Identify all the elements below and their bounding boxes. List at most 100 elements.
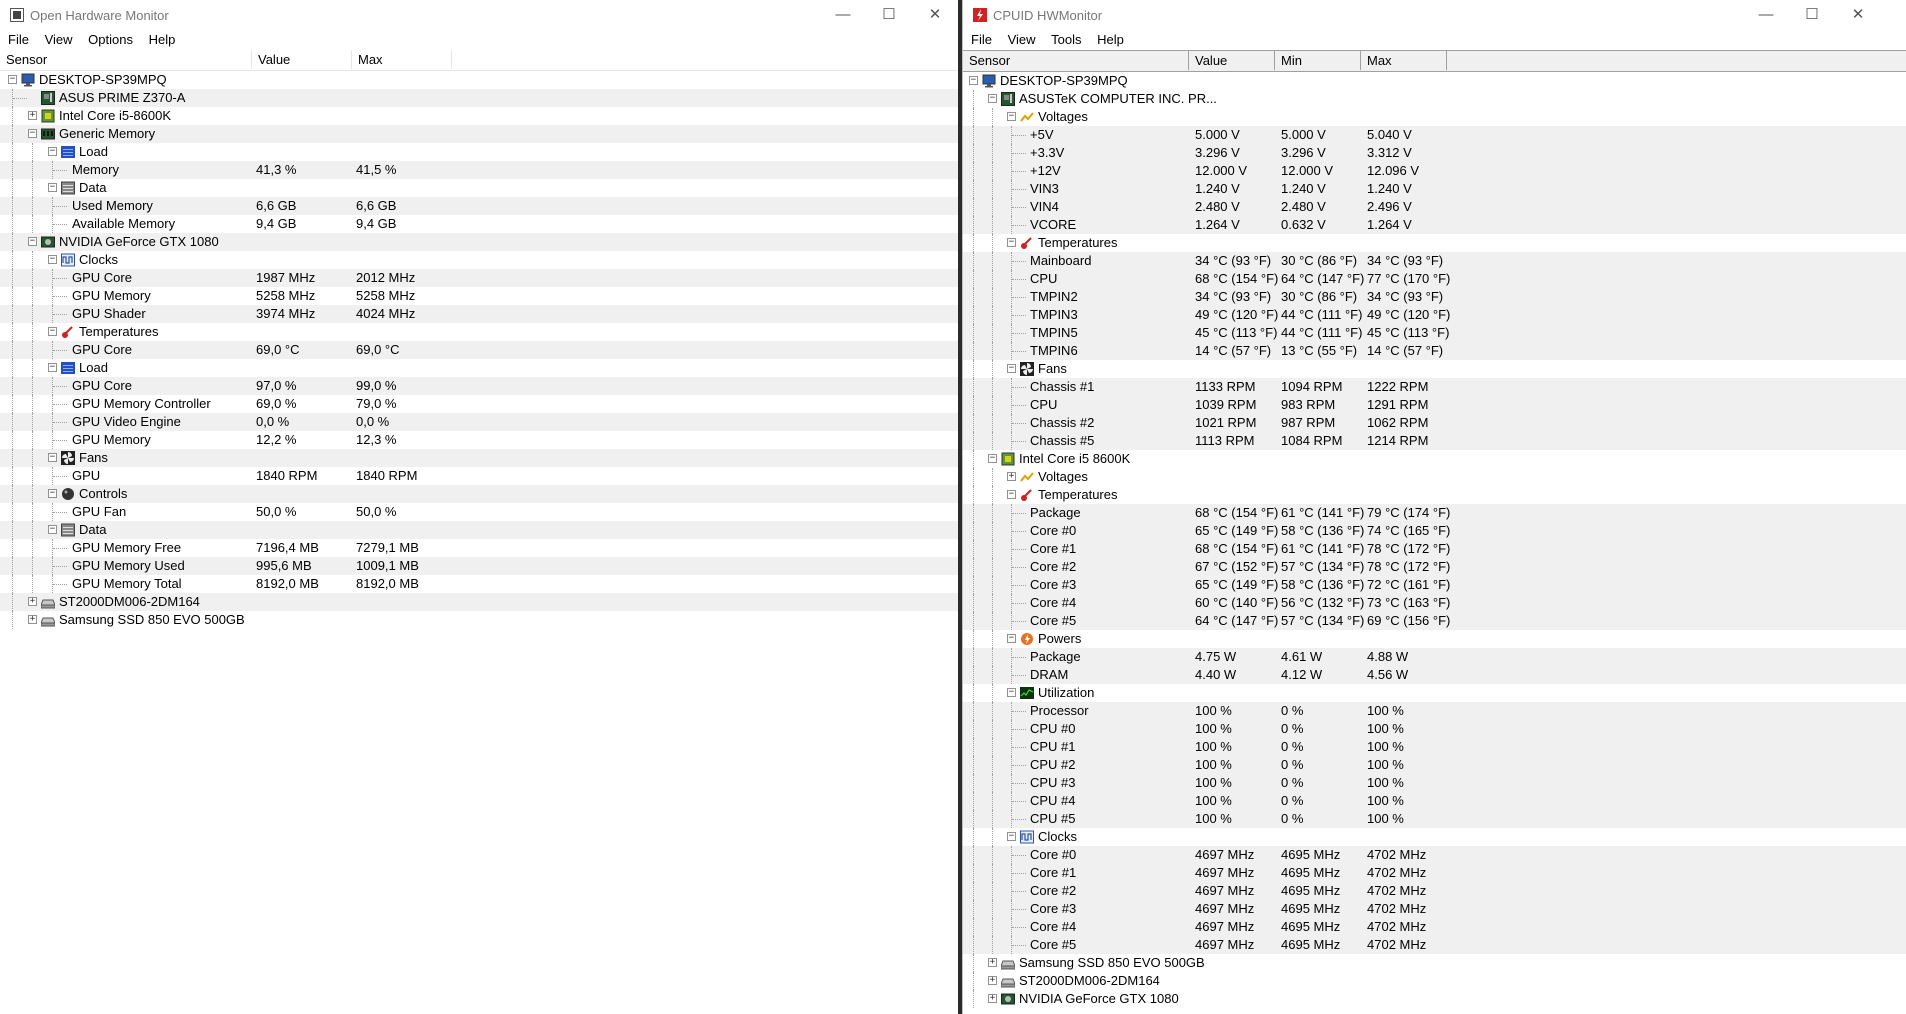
collapse-toggle-icon[interactable]: − (48, 489, 57, 498)
collapse-toggle-icon[interactable]: − (1007, 364, 1016, 373)
hwm-tree-row[interactable]: CPU #3 100 % 0 % 100 % (963, 774, 1906, 792)
ohm-tree-row[interactable]: + Samsung SSD 850 EVO 500GB (0, 611, 958, 629)
ohm-tree-row[interactable]: GPU Core 1987 MHz 2012 MHz (0, 269, 958, 287)
ohm-tree-row[interactable]: GPU Memory Used 995,6 MB 1009,1 MB (0, 557, 958, 575)
collapse-toggle-icon[interactable]: − (48, 453, 57, 462)
hwm-tree-row[interactable]: − Utilization (963, 684, 1906, 702)
hwm-tree-row[interactable]: Chassis #2 1021 RPM 987 RPM 1062 RPM (963, 414, 1906, 432)
ohm-tree-row[interactable]: GPU Core 69,0 °C 69,0 °C (0, 341, 958, 359)
hwm-menu-file[interactable]: File (967, 30, 1000, 47)
hwm-tree-row[interactable]: Core #1 68 °C (154 °F) 61 °C (141 °F) 78 °C… (963, 540, 1906, 558)
expand-toggle-icon[interactable]: + (28, 615, 37, 624)
hwm-menu-help[interactable]: Help (1093, 30, 1132, 47)
ohm-tree-row[interactable]: GPU Memory 12,2 % 12,3 % (0, 431, 958, 449)
hwm-tree-row[interactable]: Core #5 4697 MHz 4695 MHz 4702 MHz (963, 936, 1906, 954)
hwm-tree-row[interactable]: Core #2 4697 MHz 4695 MHz 4702 MHz (963, 882, 1906, 900)
hwm-tree-row[interactable]: Processor 100 % 0 % 100 % (963, 702, 1906, 720)
hwm-tree-row[interactable]: Core #4 60 °C (140 °F) 56 °C (132 °F) 73 °C… (963, 594, 1906, 612)
collapse-toggle-icon[interactable]: − (969, 76, 978, 85)
ohm-tree-row[interactable]: GPU Memory 5258 MHz 5258 MHz (0, 287, 958, 305)
hwm-tree-row[interactable]: CPU 1039 RPM 983 RPM 1291 RPM (963, 396, 1906, 414)
ohm-minimize-button[interactable]: — (820, 0, 866, 30)
hwm-tree-row[interactable]: VIN3 1.240 V 1.240 V 1.240 V (963, 180, 1906, 198)
hwm-tree-row[interactable]: VIN4 2.480 V 2.480 V 2.496 V (963, 198, 1906, 216)
hwm-tree-row[interactable]: − DESKTOP-SP39MPQ (963, 72, 1906, 90)
hwm-tree-row[interactable]: +3.3V 3.296 V 3.296 V 3.312 V (963, 144, 1906, 162)
hwm-tree-row[interactable]: + NVIDIA GeForce GTX 1080 (963, 990, 1906, 1008)
hwm-tree-row[interactable]: TMPIN3 49 °C (120 °F) 44 °C (111 °F) 49 °C … (963, 306, 1906, 324)
hwm-tree-row[interactable]: CPU #5 100 % 0 % 100 % (963, 810, 1906, 828)
hwm-tree-row[interactable]: TMPIN2 34 °C (93 °F) 30 °C (86 °F) 34 °C (9… (963, 288, 1906, 306)
hwm-tree-row[interactable]: − Fans (963, 360, 1906, 378)
ohm-tree-row[interactable]: GPU Core 97,0 % 99,0 % (0, 377, 958, 395)
ohm-menu-view[interactable]: View (41, 30, 81, 47)
collapse-toggle-icon[interactable]: − (48, 363, 57, 372)
hwm-maximize-button[interactable]: ☐ (1789, 0, 1835, 30)
ohm-tree-row[interactable]: Available Memory 9,4 GB 9,4 GB (0, 215, 958, 233)
ohm-tree-row[interactable]: Used Memory 6,6 GB 6,6 GB (0, 197, 958, 215)
hwm-tree-row[interactable]: − Temperatures (963, 486, 1906, 504)
hwm-col-sensor[interactable]: Sensor (963, 51, 1189, 70)
expand-toggle-icon[interactable]: + (988, 994, 997, 1003)
ohm-tree-row[interactable]: GPU Memory Free 7196,4 MB 7279,1 MB (0, 539, 958, 557)
collapse-toggle-icon[interactable]: − (48, 525, 57, 534)
hwm-tree-row[interactable]: Core #2 67 °C (152 °F) 57 °C (134 °F) 78 °C… (963, 558, 1906, 576)
hwm-tree-row[interactable]: TMPIN5 45 °C (113 °F) 44 °C (111 °F) 45 °C … (963, 324, 1906, 342)
hwm-tree-row[interactable]: + Voltages (963, 468, 1906, 486)
ohm-tree-row[interactable]: − NVIDIA GeForce GTX 1080 (0, 233, 958, 251)
hwm-tree-row[interactable]: +5V 5.000 V 5.000 V 5.040 V (963, 126, 1906, 144)
hwm-tree-row[interactable]: − Clocks (963, 828, 1906, 846)
ohm-tree-row[interactable]: GPU Shader 3974 MHz 4024 MHz (0, 305, 958, 323)
hwm-tree-row[interactable]: + Samsung SSD 850 EVO 500GB (963, 954, 1906, 972)
ohm-menu-help[interactable]: Help (145, 30, 184, 47)
collapse-toggle-icon[interactable]: − (1007, 490, 1016, 499)
ohm-tree-row[interactable]: − Controls (0, 485, 958, 503)
ohm-tree-row[interactable]: GPU Video Engine 0,0 % 0,0 % (0, 413, 958, 431)
hwm-tree-row[interactable]: Package 4.75 W 4.61 W 4.88 W (963, 648, 1906, 666)
hwm-col-value[interactable]: Value (1189, 51, 1275, 70)
collapse-toggle-icon[interactable]: − (28, 129, 37, 138)
hwm-tree-row[interactable]: − Intel Core i5 8600K (963, 450, 1906, 468)
hwm-tree-row[interactable]: Core #3 4697 MHz 4695 MHz 4702 MHz (963, 900, 1906, 918)
collapse-toggle-icon[interactable]: − (1007, 688, 1016, 697)
ohm-tree-row[interactable]: − Temperatures (0, 323, 958, 341)
hwm-tree-row[interactable]: CPU 68 °C (154 °F) 64 °C (147 °F) 77 °C (17… (963, 270, 1906, 288)
ohm-tree-row[interactable]: − Fans (0, 449, 958, 467)
expand-toggle-icon[interactable]: + (988, 958, 997, 967)
collapse-toggle-icon[interactable]: − (988, 94, 997, 103)
hwm-tree-row[interactable]: CPU #0 100 % 0 % 100 % (963, 720, 1906, 738)
hwm-tree-row[interactable]: Core #0 4697 MHz 4695 MHz 4702 MHz (963, 846, 1906, 864)
expand-toggle-icon[interactable]: + (988, 976, 997, 985)
collapse-toggle-icon[interactable]: − (48, 183, 57, 192)
expand-toggle-icon[interactable]: + (28, 597, 37, 606)
hwm-tree-row[interactable]: DRAM 4.40 W 4.12 W 4.56 W (963, 666, 1906, 684)
collapse-toggle-icon[interactable]: − (48, 255, 57, 264)
ohm-tree-row[interactable]: GPU Fan 50,0 % 50,0 % (0, 503, 958, 521)
ohm-menu-options[interactable]: Options (84, 30, 141, 47)
ohm-tree-row[interactable]: ASUS PRIME Z370-A (0, 89, 958, 107)
expand-toggle-icon[interactable]: + (1007, 472, 1016, 481)
ohm-tree-row[interactable]: − Load (0, 143, 958, 161)
hwm-close-button[interactable]: ✕ (1835, 0, 1881, 30)
ohm-maximize-button[interactable]: ☐ (866, 0, 912, 30)
hwm-tree-row[interactable]: VCORE 1.264 V 0.632 V 1.264 V (963, 216, 1906, 234)
hwm-menu-tools[interactable]: Tools (1047, 30, 1089, 47)
hwm-tree-row[interactable]: − ASUSTeK COMPUTER INC. PR... (963, 90, 1906, 108)
collapse-toggle-icon[interactable]: − (8, 75, 17, 84)
ohm-tree-row[interactable]: Memory 41,3 % 41,5 % (0, 161, 958, 179)
hwm-tree-row[interactable]: TMPIN6 14 °C (57 °F) 13 °C (55 °F) 14 °C (5… (963, 342, 1906, 360)
ohm-tree-row[interactable]: GPU Memory Controller 69,0 % 79,0 % (0, 395, 958, 413)
hwm-col-max[interactable]: Max (1361, 51, 1447, 70)
ohm-close-button[interactable]: ✕ (912, 0, 958, 30)
ohm-tree-row[interactable]: + Intel Core i5-8600K (0, 107, 958, 125)
hwm-tree-row[interactable]: − Temperatures (963, 234, 1906, 252)
hwm-menu-view[interactable]: View (1004, 30, 1044, 47)
ohm-col-value[interactable]: Value (252, 50, 352, 69)
hwm-tree-row[interactable]: Chassis #5 1113 RPM 1084 RPM 1214 RPM (963, 432, 1906, 450)
expand-toggle-icon[interactable]: + (28, 111, 37, 120)
hwm-tree-row[interactable]: Core #3 65 °C (149 °F) 58 °C (136 °F) 72 °C… (963, 576, 1906, 594)
collapse-toggle-icon[interactable]: − (988, 454, 997, 463)
hwm-tree-row[interactable]: CPU #1 100 % 0 % 100 % (963, 738, 1906, 756)
ohm-col-max[interactable]: Max (352, 50, 452, 69)
collapse-toggle-icon[interactable]: − (1007, 112, 1016, 121)
